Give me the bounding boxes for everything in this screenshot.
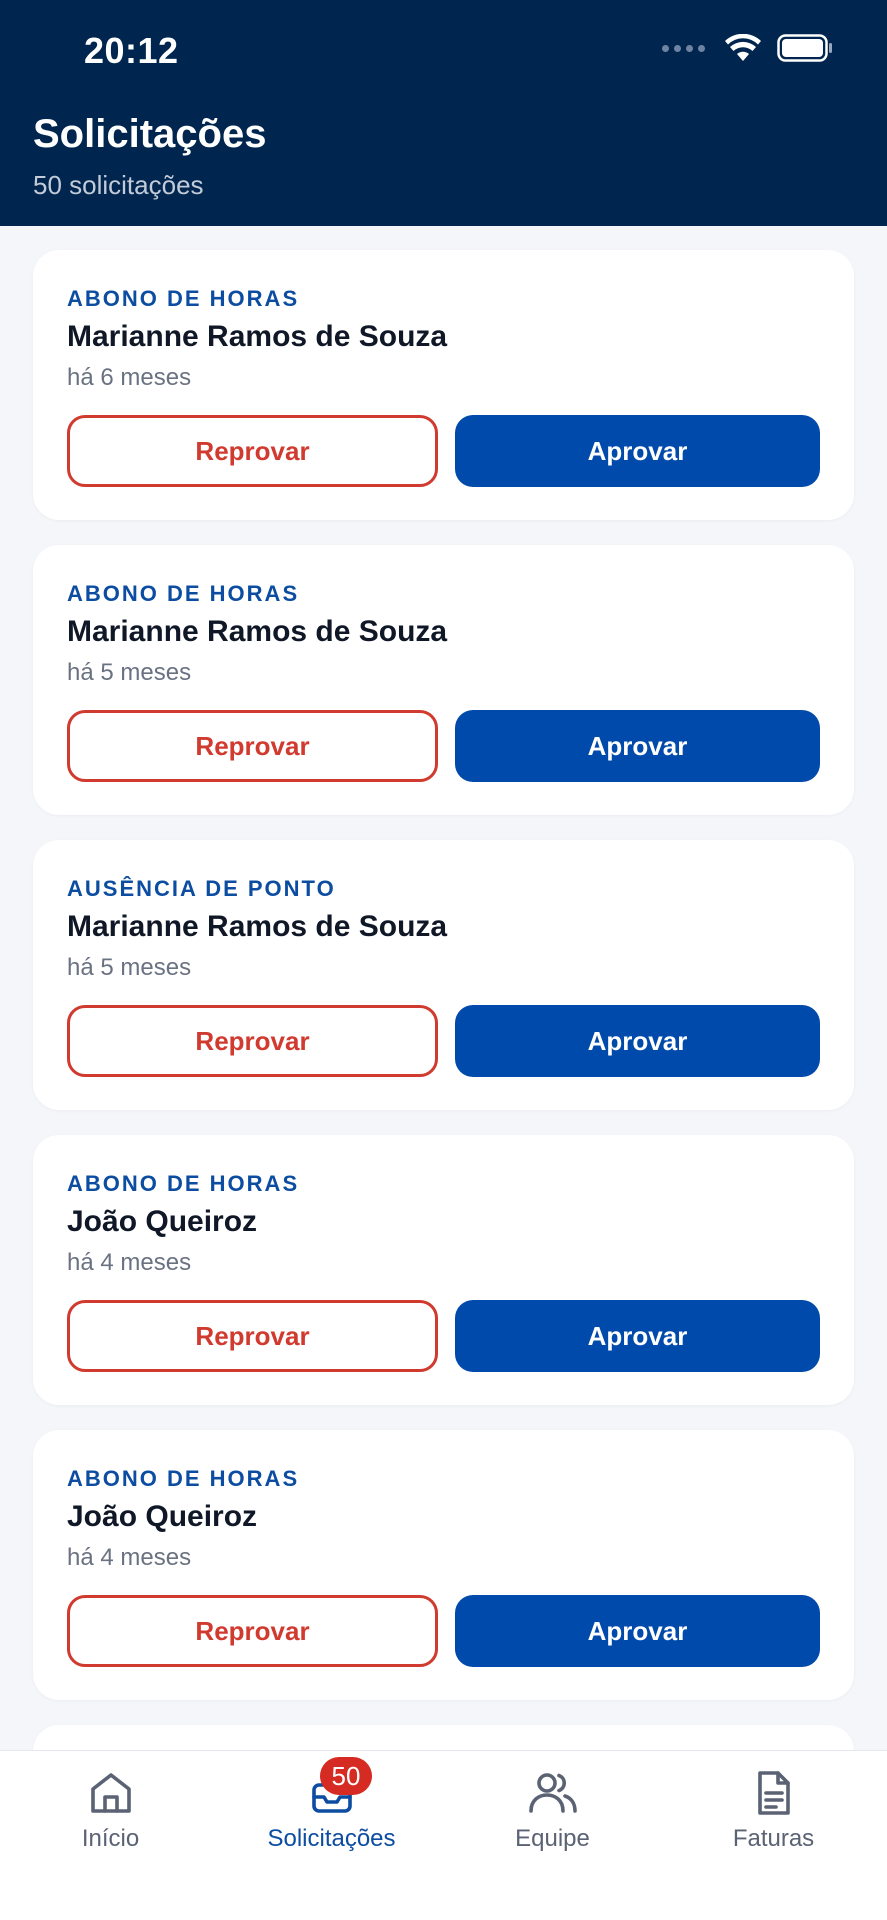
reject-button[interactable]: Reprovar [67,1005,438,1077]
request-count: 50 solicitações [33,170,204,200]
request-card: ABONO DE HORAS João Queiroz há 4 meses R… [33,1135,854,1405]
tab-label: Início [81,1825,140,1852]
request-card: ABONO DE HORAS Marianne Ramos de Souza h… [33,545,854,815]
request-type: AUSÊNCIA DE PONTO [67,876,336,901]
wifi-icon [725,34,761,61]
tab-label: Solicitações [267,1825,396,1852]
employee-name: Marianne Ramos de Souza [67,320,448,353]
reject-button[interactable]: Reprovar [67,415,438,487]
request-date: há 5 meses [67,659,192,686]
home-icon [85,1767,137,1819]
notification-badge: 50 [320,1757,372,1795]
approve-button[interactable]: Aprovar [455,710,820,782]
approve-button[interactable]: Aprovar [455,1005,820,1077]
status-icons [662,34,833,62]
request-date: há 5 meses [67,954,192,981]
screen: 20:12 Solicitações 50 solicitações ABONO… [0,0,887,1920]
reject-button[interactable]: Reprovar [67,1300,438,1372]
request-card: AUSÊNCIA DE PONTO Marianne Ramos de Souz… [33,840,854,1110]
status-time: 20:12 [84,30,179,71]
request-card: ABONO DE HORAS João Queiroz há 4 meses R… [33,1430,854,1700]
request-type: ABONO DE HORAS [67,1466,300,1491]
page-title: Solicitações [33,112,267,156]
tab-label: Faturas [732,1825,815,1852]
employee-name: Marianne Ramos de Souza [67,615,448,648]
request-date: há 6 meses [67,364,192,391]
header: 20:12 Solicitações 50 solicitações [0,0,887,226]
employee-name: Marianne Ramos de Souza [67,910,448,943]
tab-faturas[interactable]: Faturas [663,1751,884,1871]
request-date: há 4 meses [67,1544,192,1571]
approve-button[interactable]: Aprovar [455,415,820,487]
employee-name: João Queiroz [67,1500,258,1533]
employee-name: João Queiroz [67,1205,258,1238]
tab-label: Equipe [515,1825,590,1852]
tab-bar: Início Solicitações Equipe Faturas 50 [0,1750,887,1920]
battery-icon [777,34,832,62]
request-type: ABONO DE HORAS [67,581,300,606]
tab-inicio[interactable]: Início [0,1751,221,1871]
tab-equipe[interactable]: Equipe [442,1751,663,1871]
users-icon [527,1767,579,1819]
reject-button[interactable]: Reprovar [67,710,438,782]
request-card: ABONO DE HORAS Marianne Ramos de Souza h… [33,250,854,520]
approve-button[interactable]: Aprovar [455,1595,820,1667]
cellular-signal-icon [662,44,705,52]
request-type: ABONO DE HORAS [67,1171,300,1196]
approve-button[interactable]: Aprovar [455,1300,820,1372]
request-list: ABONO DE HORAS Marianne Ramos de Souza h… [33,250,854,1790]
reject-button[interactable]: Reprovar [67,1595,438,1667]
document-icon [748,1767,800,1819]
request-date: há 4 meses [67,1249,192,1276]
request-type: ABONO DE HORAS [67,286,300,311]
